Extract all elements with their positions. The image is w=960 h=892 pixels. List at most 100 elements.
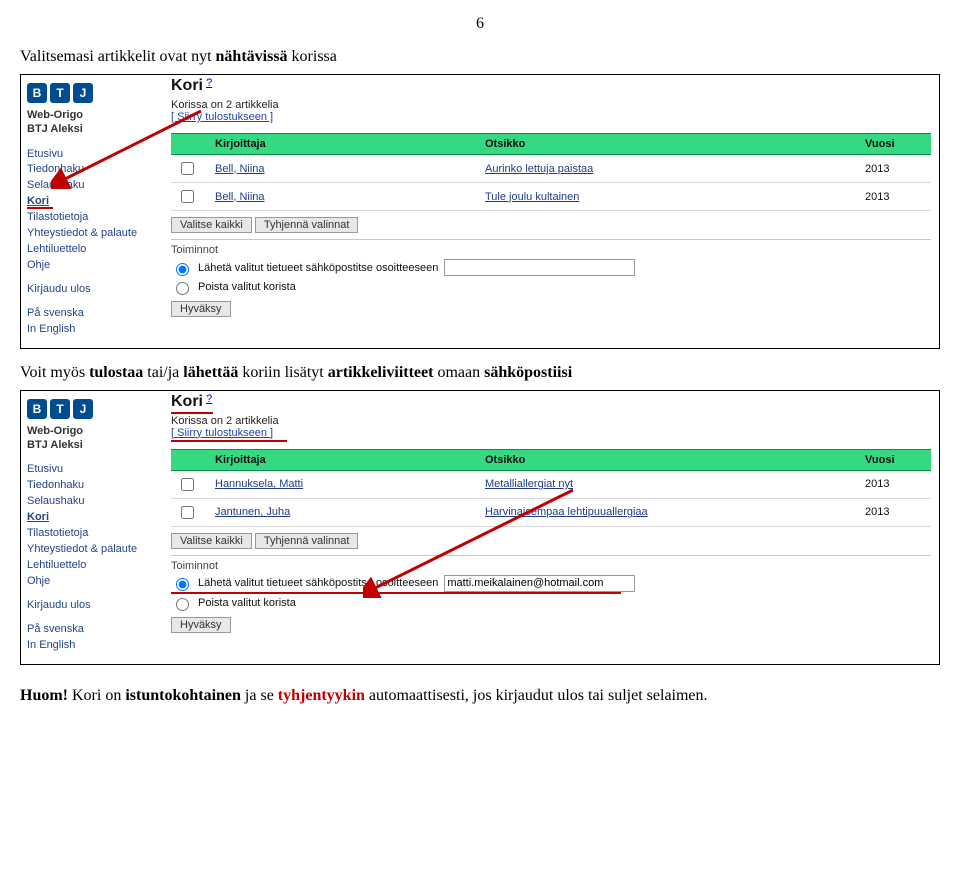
brand-lines: Web-Origo BTJ Aleksi [27, 109, 157, 137]
cart-table: Kirjoittaja Otsikko Vuosi Bell, Niina Au… [171, 133, 931, 211]
logo-t: T [50, 83, 70, 103]
row-checkbox[interactable] [181, 190, 194, 203]
radio-remove[interactable] [176, 282, 189, 295]
nav-selaushaku[interactable]: Selaushaku [27, 178, 157, 194]
brand-line2: BTJ Aleksi [27, 123, 83, 135]
nav-ohje[interactable]: Ohje [27, 258, 157, 274]
help-icon[interactable]: ? [206, 393, 212, 405]
row-checkbox[interactable] [181, 162, 194, 175]
nav-svenska[interactable]: På svenska [27, 306, 157, 322]
submit-button[interactable]: Hyväksy [171, 617, 231, 633]
logo-j: J [73, 399, 93, 419]
action-bar: Valitse kaikki Tyhjennä valinnat [171, 533, 931, 549]
table-header-row: Kirjoittaja Otsikko Vuosi [171, 134, 931, 155]
siirry-tulostukseen-link[interactable]: [ Siirry tulostukseen ] [171, 427, 273, 439]
radio-send[interactable] [176, 578, 189, 591]
kori-title: Kori [171, 77, 203, 94]
screenshot-box-1: B T J Web-Origo BTJ Aleksi Etusivu Tiedo… [20, 74, 940, 349]
txt-bold: lähettää [183, 364, 238, 381]
kori-countline: Korissa on 2 artikkelia [171, 99, 931, 111]
title-link[interactable]: Metalliallergiat nyt [485, 478, 573, 490]
siirry-tulostukseen-link[interactable]: [ Siirry tulostukseen ] [171, 111, 273, 123]
nav-etusivu[interactable]: Etusivu [27, 147, 157, 163]
select-all-button[interactable]: Valitse kaikki [171, 217, 252, 233]
nav-english[interactable]: In English [27, 638, 157, 654]
action-bar: Valitse kaikki Tyhjennä valinnat [171, 217, 931, 233]
nav-kirjaudu[interactable]: Kirjaudu ulos [27, 598, 157, 614]
txt: Voit myös [20, 364, 89, 381]
submit-button[interactable]: Hyväksy [171, 301, 231, 317]
radio-send[interactable] [176, 263, 189, 276]
nav-yhteystiedot[interactable]: Yhteystiedot & palaute [27, 542, 157, 558]
year-cell: 2013 [865, 163, 889, 175]
author-link[interactable]: Bell, Niina [215, 163, 265, 175]
nav-tiedonhaku[interactable]: Tiedonhaku [27, 162, 157, 178]
txt: Kori on [68, 687, 125, 704]
select-all-button[interactable]: Valitse kaikki [171, 533, 252, 549]
col-otsikko: Otsikko [479, 449, 859, 470]
nav-lehtiluettelo[interactable]: Lehtiluettelo [27, 242, 157, 258]
btj-logo: B T J [27, 399, 157, 419]
main-pane: Kori ? Korissa on 2 artikkelia [ Siirry … [163, 391, 939, 664]
remove-label: Poista valitut korista [198, 597, 296, 609]
nav-kori[interactable]: Kori [27, 510, 157, 526]
title-link[interactable]: Tule joulu kultainen [485, 191, 579, 203]
txt: Valitsemasi artikkelit ovat nyt [20, 48, 216, 65]
nav-lehtiluettelo[interactable]: Lehtiluettelo [27, 558, 157, 574]
title-link[interactable]: Harvinaisempaa lehtipuuallergiaa [485, 506, 648, 518]
clear-selection-button[interactable]: Tyhjennä valinnat [255, 217, 359, 233]
nav-ohje[interactable]: Ohje [27, 574, 157, 590]
col-vuosi: Vuosi [859, 449, 931, 470]
nav-yhteystiedot[interactable]: Yhteystiedot & palaute [27, 226, 157, 242]
nav-tiedonhaku[interactable]: Tiedonhaku [27, 478, 157, 494]
sidebar: B T J Web-Origo BTJ Aleksi Etusivu Tiedo… [21, 75, 163, 348]
remove-label: Poista valitut korista [198, 281, 296, 293]
logo-t: T [50, 399, 70, 419]
nav-tilastotietoja[interactable]: Tilastotietoja [27, 210, 157, 226]
logo-b: B [27, 83, 47, 103]
help-icon[interactable]: ? [206, 77, 212, 89]
title-link[interactable]: Aurinko lettuja paistaa [485, 163, 593, 175]
txt: ja se [241, 687, 278, 704]
brand-line2: BTJ Aleksi [27, 439, 83, 451]
row-checkbox[interactable] [181, 478, 194, 491]
row-checkbox[interactable] [181, 506, 194, 519]
txt: automaattisesti, jos kirjaudut ulos tai … [365, 687, 708, 704]
sidebar: B T J Web-Origo BTJ Aleksi Etusivu Tiedo… [21, 391, 163, 664]
nav-tilastotietoja[interactable]: Tilastotietoja [27, 526, 157, 542]
intro-text-2: Voit myös tulostaa tai/ja lähettää korii… [20, 364, 940, 382]
email-input[interactable] [444, 259, 635, 276]
annotation-underline [27, 207, 53, 209]
nav-svenska[interactable]: På svenska [27, 622, 157, 638]
col-vuosi: Vuosi [859, 134, 931, 155]
email-input[interactable] [444, 575, 635, 592]
nav-selaushaku[interactable]: Selaushaku [27, 494, 157, 510]
col-otsikko: Otsikko [479, 134, 859, 155]
nav-english[interactable]: In English [27, 322, 157, 338]
col-kirjoittaja: Kirjoittaja [209, 449, 479, 470]
annotation-underline [171, 440, 287, 442]
send-label: Lähetä valitut tietueet sähköpostitse os… [198, 262, 438, 274]
radio-remove[interactable] [176, 598, 189, 611]
author-link[interactable]: Bell, Niina [215, 191, 265, 203]
author-link[interactable]: Hannuksela, Matti [215, 478, 303, 490]
kori-heading: Kori ? [171, 77, 931, 95]
col-select [171, 134, 209, 155]
option-remove: Poista valitut korista [171, 595, 931, 611]
nav-kirjaudu[interactable]: Kirjaudu ulos [27, 282, 157, 298]
txt-bold: tulostaa [89, 364, 143, 381]
txt: koriin lisätyt [238, 364, 327, 381]
col-kirjoittaja: Kirjoittaja [209, 134, 479, 155]
toiminnot-label: Toiminnot [171, 244, 931, 256]
option-send-email: Lähetä valitut tietueet sähköpostitse os… [171, 259, 931, 276]
txt-bold: sähköpostiisi [484, 364, 572, 381]
toiminnot-block: Toiminnot Lähetä valitut tietueet sähköp… [171, 239, 931, 317]
author-link[interactable]: Jantunen, Juha [215, 506, 290, 518]
nav-etusivu[interactable]: Etusivu [27, 462, 157, 478]
option-remove: Poista valitut korista [171, 279, 931, 295]
sidebar-nav: Etusivu Tiedonhaku Selaushaku Kori Tilas… [27, 147, 157, 338]
send-label: Lähetä valitut tietueet sähköpostitse os… [198, 577, 438, 589]
clear-selection-button[interactable]: Tyhjennä valinnat [255, 533, 359, 549]
txt-red: tyhjentyykin [278, 687, 365, 704]
year-cell: 2013 [865, 191, 889, 203]
